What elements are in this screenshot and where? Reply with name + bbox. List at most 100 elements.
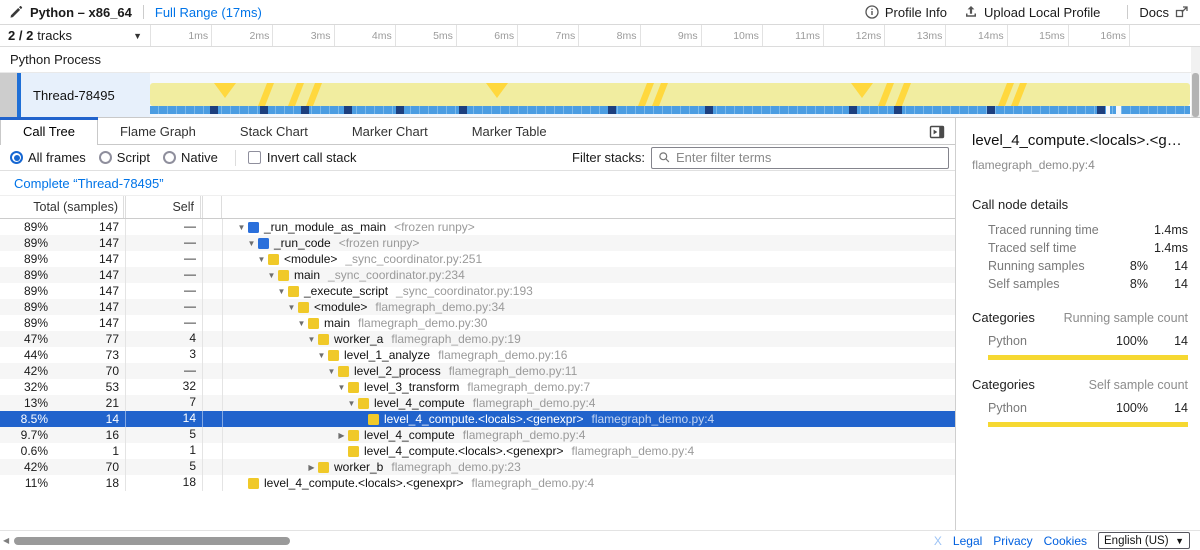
radio-label: All frames: [28, 150, 86, 165]
tree-cell: level_4_compute.<locals>.<genexpr>flameg…: [223, 411, 955, 427]
column-header-total[interactable]: Total (samples): [0, 196, 123, 218]
footer-link-x[interactable]: X: [934, 534, 942, 548]
category-square-icon: [278, 270, 289, 281]
total-percent: 89%: [0, 284, 48, 298]
footer-links: X Legal Privacy Cookies English (US) ▼: [934, 532, 1200, 549]
total-percent: 89%: [0, 236, 48, 250]
external-link-icon: [1174, 4, 1190, 20]
twisty-open-icon[interactable]: ▼: [315, 351, 328, 360]
total-percent: 13%: [0, 396, 48, 410]
twisty-open-icon[interactable]: ▼: [245, 239, 258, 248]
tab-flame-graph[interactable]: Flame Graph: [98, 118, 218, 144]
ruler-tick-filler: [1130, 25, 1200, 46]
breadcrumb[interactable]: Complete “Thread-78495”: [14, 176, 164, 191]
footer-link-legal[interactable]: Legal: [953, 534, 982, 548]
horizontal-scrollbar-thumb[interactable]: [14, 537, 290, 545]
table-row[interactable]: 8.5%1414level_4_compute.<locals>.<genexp…: [0, 411, 955, 427]
function-name: worker_a: [334, 332, 383, 346]
table-row[interactable]: 11%1818level_4_compute.<locals>.<genexpr…: [0, 475, 955, 491]
tree-cell: ▶worker_bflamegraph_demo.py:23: [223, 459, 955, 475]
twisty-open-icon[interactable]: ▼: [335, 383, 348, 392]
table-row[interactable]: 89%147—▼mainflamegraph_demo.py:30: [0, 315, 955, 331]
table-row[interactable]: 32%5332▼level_3_transformflamegraph_demo…: [0, 379, 955, 395]
docs-link[interactable]: Docs: [1139, 4, 1190, 20]
language-select[interactable]: English (US) ▼: [1098, 532, 1190, 549]
table-row[interactable]: 13%217▼level_4_computeflamegraph_demo.py…: [0, 395, 955, 411]
twisty-open-icon[interactable]: ▼: [325, 367, 338, 376]
ruler-tick: 12ms: [824, 25, 885, 46]
category-bar: [988, 422, 1188, 427]
tracks-dropdown[interactable]: 2 / 2 tracks ▼: [0, 25, 150, 46]
chevron-down-icon[interactable]: ▼: [133, 31, 142, 41]
tab-marker-table[interactable]: Marker Table: [450, 118, 569, 144]
tab-marker-chart[interactable]: Marker Chart: [330, 118, 450, 144]
spacer-cell: [203, 395, 223, 411]
table-row[interactable]: 9.7%165▶level_4_computeflamegraph_demo.p…: [0, 427, 955, 443]
call-tree-rows: 89%147—▼_run_module_as_main<frozen runpy…: [0, 219, 955, 491]
process-track-row[interactable]: Python Process: [0, 47, 1200, 73]
twisty-open-icon[interactable]: ▼: [235, 223, 248, 232]
table-row[interactable]: 89%147—▼_run_code<frozen runpy>: [0, 235, 955, 251]
full-range-link[interactable]: Full Range (17ms): [155, 5, 262, 20]
radio-script[interactable]: Script: [99, 150, 150, 165]
twisty-closed-icon[interactable]: ▶: [305, 463, 318, 472]
tab-call-tree[interactable]: Call Tree: [0, 118, 98, 145]
file-location: flamegraph_demo.py:4: [463, 428, 586, 442]
category-square-icon: [268, 254, 279, 265]
thread-label-cell[interactable]: Thread-78495: [21, 73, 150, 117]
profile-info-button[interactable]: Profile Info: [864, 4, 947, 20]
column-header-self[interactable]: Self: [126, 196, 200, 218]
table-row[interactable]: 42%705▶worker_bflamegraph_demo.py:23: [0, 459, 955, 475]
edit-pencil-icon[interactable]: [8, 4, 24, 20]
filter-search-box[interactable]: [651, 147, 949, 169]
ruler-tick: 7ms: [518, 25, 579, 46]
tree-cell: ▼level_1_analyzeflamegraph_demo.py:16: [223, 347, 955, 363]
table-row[interactable]: 89%147—▼<module>_sync_coordinator.py:251: [0, 251, 955, 267]
spacer-cell: [203, 251, 223, 267]
upload-profile-button[interactable]: Upload Local Profile: [963, 4, 1100, 20]
table-row[interactable]: 89%147—▼_run_module_as_main<frozen runpy…: [0, 219, 955, 235]
total-cell: 32%53: [0, 379, 126, 395]
tree-cell: level_4_compute.<locals>.<genexpr>flameg…: [223, 475, 955, 491]
table-row[interactable]: 89%147—▼_execute_script_sync_coordinator…: [0, 283, 955, 299]
open-sidebar-icon[interactable]: [929, 124, 945, 140]
twisty-open-icon[interactable]: ▼: [285, 303, 298, 312]
total-samples: 147: [48, 316, 125, 330]
filter-search-input[interactable]: [676, 150, 942, 165]
twisty-open-icon[interactable]: ▼: [345, 399, 358, 408]
category-count: 14: [1148, 334, 1188, 348]
twisty-open-icon[interactable]: ▼: [275, 287, 288, 296]
table-row[interactable]: 44%733▼level_1_analyzeflamegraph_demo.py…: [0, 347, 955, 363]
footer-link-privacy[interactable]: Privacy: [993, 534, 1032, 548]
radio-all-frames[interactable]: All frames: [10, 150, 86, 165]
cpu-activity-graph[interactable]: [150, 73, 1190, 117]
invert-call-stack-checkbox[interactable]: [248, 151, 261, 164]
thread-track-row[interactable]: Thread-78495: [0, 73, 1200, 117]
table-row[interactable]: 89%147—▼main_sync_coordinator.py:234: [0, 267, 955, 283]
table-row[interactable]: 0.6%11level_4_compute.<locals>.<genexpr>…: [0, 443, 955, 459]
scroll-left-arrow-icon[interactable]: ◀: [3, 536, 9, 545]
table-row[interactable]: 47%774▼worker_aflamegraph_demo.py:19: [0, 331, 955, 347]
radio-native[interactable]: Native: [163, 150, 218, 165]
twisty-open-icon[interactable]: ▼: [305, 335, 318, 344]
horizontal-scrollbar[interactable]: ◀: [0, 531, 934, 550]
twisty-open-icon[interactable]: ▼: [265, 271, 278, 280]
category-percent: 100%: [1104, 401, 1148, 415]
function-name: level_3_transform: [364, 380, 459, 394]
timeline-vertical-scrollbar[interactable]: [1191, 47, 1200, 117]
self-cell: 5: [126, 459, 203, 475]
twisty-open-icon[interactable]: ▼: [255, 255, 268, 264]
ruler-tick: 8ms: [579, 25, 640, 46]
file-location: flamegraph_demo.py:30: [358, 316, 487, 330]
file-location: flamegraph_demo.py:4: [471, 476, 594, 490]
twisty-closed-icon[interactable]: ▶: [335, 431, 348, 440]
tab-stack-chart[interactable]: Stack Chart: [218, 118, 330, 144]
table-row[interactable]: 89%147—▼<module>flamegraph_demo.py:34: [0, 299, 955, 315]
total-samples: 73: [48, 348, 125, 362]
scrollbar-thumb[interactable]: [1192, 73, 1199, 117]
footer-link-cookies[interactable]: Cookies: [1044, 534, 1087, 548]
twisty-open-icon[interactable]: ▼: [295, 319, 308, 328]
profile-name-area[interactable]: Python – x86_64: [0, 4, 132, 20]
firefox-profiler-app: Python – x86_64 Full Range (17ms) Profil…: [0, 0, 1200, 550]
table-row[interactable]: 42%70—▼level_2_processflamegraph_demo.py…: [0, 363, 955, 379]
